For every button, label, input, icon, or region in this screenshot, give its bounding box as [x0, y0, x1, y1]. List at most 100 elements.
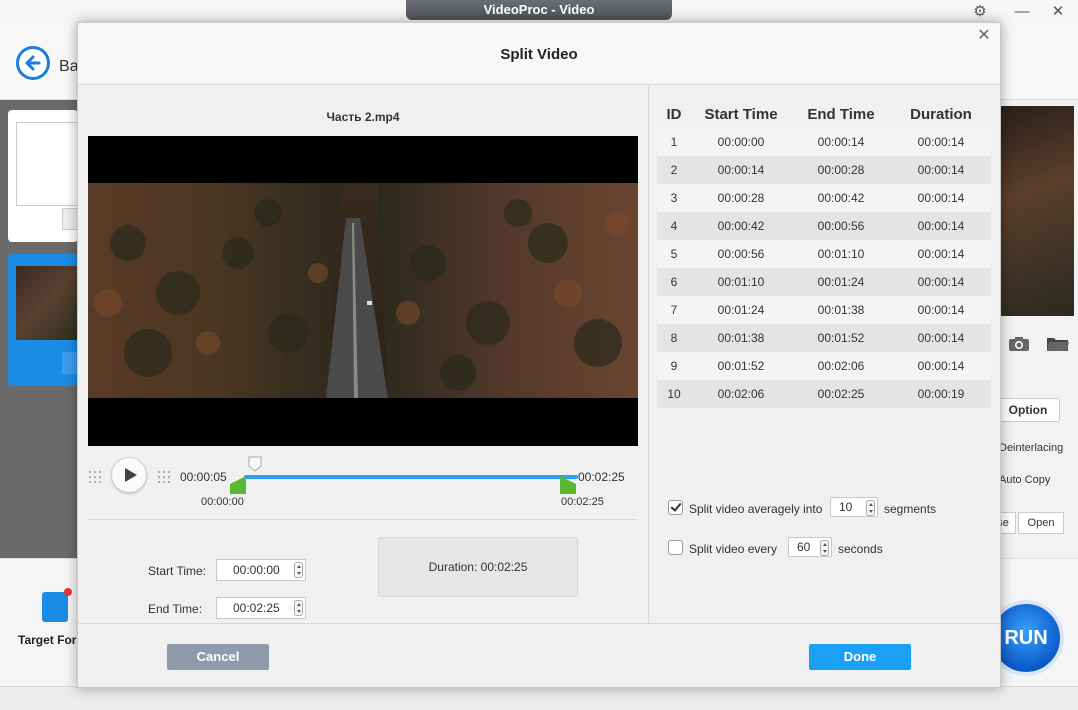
option-button[interactable]: Option: [996, 398, 1060, 422]
start-time-input[interactable]: 00:00:00: [216, 559, 306, 581]
seconds-interval-input[interactable]: 60: [788, 537, 832, 557]
file-thumbnail[interactable]: [8, 110, 78, 242]
camera-icon[interactable]: [1008, 336, 1030, 352]
table-row[interactable]: 9 00:01:52 00:02:06 00:00:14: [657, 352, 991, 380]
column-header-start-time: Start Time: [704, 105, 778, 123]
dialog-title: Split Video: [500, 46, 578, 63]
open-button[interactable]: Open: [1018, 512, 1064, 534]
cell-start-time: 00:00:28: [691, 184, 791, 212]
deinterlacing-label: Deinterlacing: [999, 442, 1064, 454]
auto-copy-label: Auto Copy: [999, 474, 1051, 486]
divider: [88, 519, 636, 520]
player-pane: Часть 2.mp4 00:00:05 00:00:00 00:02:25 0…: [78, 86, 648, 623]
arrow-left-icon: [25, 55, 41, 71]
cell-start-time: 00:00:14: [691, 156, 791, 184]
close-icon[interactable]: ✕: [973, 25, 995, 47]
table-header: ID Start Time End Time Duration: [657, 100, 991, 128]
current-time: 00:00:05: [180, 470, 227, 484]
dialog-header: Split Video ✕: [78, 23, 1000, 85]
video-preview[interactable]: [88, 136, 638, 446]
video-frame-image: [88, 183, 638, 398]
cell-start-time: 00:01:52: [691, 352, 791, 380]
cell-end-time: 00:01:38: [791, 296, 891, 324]
folder-icon[interactable]: [1046, 336, 1070, 352]
table-row[interactable]: 5 00:00:56 00:01:10 00:00:14: [657, 240, 991, 268]
split-video-dialog: Split Video ✕ Часть 2.mp4 00:00:05 00:00…: [77, 22, 1001, 688]
thumbnail-image: [16, 122, 78, 206]
cell-id: 6: [657, 268, 691, 296]
table-row[interactable]: 2 00:00:14 00:00:28 00:00:14: [657, 156, 991, 184]
cell-id: 9: [657, 352, 691, 380]
end-time-input[interactable]: 00:02:25: [216, 597, 306, 619]
table-row[interactable]: 10 00:02:06 00:02:25 00:00:19: [657, 380, 991, 408]
cell-duration: 00:00:14: [891, 296, 991, 324]
cell-duration: 00:00:14: [891, 156, 991, 184]
cell-id: 10: [657, 380, 691, 408]
preview-image: [1000, 106, 1074, 316]
seconds-unit-label: seconds: [838, 542, 883, 556]
cell-start-time: 00:00:42: [691, 212, 791, 240]
column-header-end-time: End Time: [807, 105, 875, 123]
cell-duration: 00:00:14: [891, 128, 991, 156]
cell-start-time: 00:01:38: [691, 324, 791, 352]
close-icon[interactable]: ✕: [1046, 2, 1070, 22]
range-end-handle[interactable]: [560, 476, 576, 494]
range-end-time: 00:02:25: [561, 496, 604, 508]
duration-display: Duration: 00:02:25: [378, 537, 578, 597]
cell-end-time: 00:01:10: [791, 240, 891, 268]
back-button[interactable]: [16, 46, 50, 80]
column-header-duration: Duration: [910, 105, 972, 123]
start-time-label: Start Time:: [148, 564, 207, 578]
start-time-value: 00:00:00: [233, 563, 280, 577]
done-button[interactable]: Done: [809, 644, 911, 670]
end-time-stepper[interactable]: [294, 600, 303, 616]
segments-count-stepper[interactable]: [866, 500, 875, 516]
play-button[interactable]: [111, 457, 147, 493]
target-format-label: Target For: [18, 633, 77, 647]
table-row[interactable]: 4 00:00:42 00:00:56 00:00:14: [657, 212, 991, 240]
file-name: Часть 2.mp4: [326, 110, 400, 124]
minimize-icon[interactable]: —: [1010, 2, 1034, 22]
cancel-button[interactable]: Cancel: [167, 644, 269, 670]
split-every-checkbox[interactable]: [668, 540, 683, 555]
cell-end-time: 00:02:06: [791, 352, 891, 380]
grip-icon: [158, 471, 170, 483]
end-time-value: 00:02:25: [233, 601, 280, 615]
dialog-footer: Cancel Done: [78, 623, 1000, 687]
table-row[interactable]: 7 00:01:24 00:01:38 00:00:14: [657, 296, 991, 324]
cell-start-time: 00:01:10: [691, 268, 791, 296]
playhead-handle[interactable]: [248, 456, 262, 472]
table-row[interactable]: 1 00:00:00 00:00:14 00:00:14: [657, 128, 991, 156]
cell-duration: 00:00:14: [891, 352, 991, 380]
cell-end-time: 00:01:24: [791, 268, 891, 296]
cell-id: 1: [657, 128, 691, 156]
end-time-label: End Time:: [148, 602, 203, 616]
cell-start-time: 00:00:56: [691, 240, 791, 268]
split-average-checkbox[interactable]: [668, 500, 683, 515]
target-format-icon[interactable]: [42, 588, 72, 622]
grip-icon: [89, 471, 101, 483]
cell-end-time: 00:01:52: [791, 324, 891, 352]
table-row[interactable]: 6 00:01:10 00:01:24 00:00:14: [657, 268, 991, 296]
thumbnail-control[interactable]: [62, 208, 78, 230]
table-row[interactable]: 8 00:01:38 00:01:52 00:00:14: [657, 324, 991, 352]
cell-id: 5: [657, 240, 691, 268]
notification-dot: [64, 588, 72, 596]
thumbnail-image: [16, 266, 78, 340]
seconds-interval-stepper[interactable]: [820, 540, 829, 556]
file-thumbnail-selected[interactable]: [8, 254, 78, 386]
segments-count-input[interactable]: 10: [830, 497, 878, 517]
cell-duration: 00:00:14: [891, 240, 991, 268]
start-time-stepper[interactable]: [294, 562, 303, 578]
timeline-track[interactable]: [244, 475, 578, 479]
range-start-handle[interactable]: [230, 476, 246, 494]
gear-icon[interactable]: ⚙: [968, 2, 992, 22]
seconds-interval-value: 60: [797, 540, 811, 554]
cell-id: 4: [657, 212, 691, 240]
cell-start-time: 00:00:00: [691, 128, 791, 156]
thumbnail-control[interactable]: [62, 352, 78, 374]
cell-duration: 00:00:14: [891, 268, 991, 296]
table-row[interactable]: 3 00:00:28 00:00:42 00:00:14: [657, 184, 991, 212]
cell-id: 8: [657, 324, 691, 352]
cell-end-time: 00:00:28: [791, 156, 891, 184]
